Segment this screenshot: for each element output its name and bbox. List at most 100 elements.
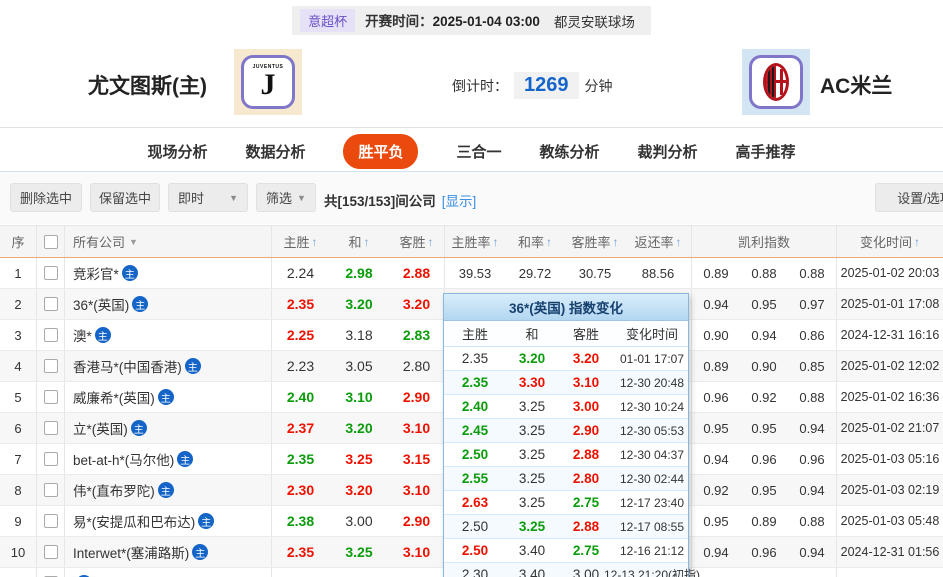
company-name: 易*(安提瓜和巴布达): [73, 511, 195, 531]
row-seq: 1: [0, 258, 37, 288]
host-badge-icon: 主: [192, 544, 208, 560]
match-info-strip: 意超杯 开赛时间：2025-01-04 03:00 都灵安联球场: [292, 6, 651, 35]
row-checkbox[interactable]: [44, 390, 58, 404]
odds-value: 2.83: [389, 320, 445, 350]
popup-odds-value: 2.63: [444, 491, 506, 514]
tab-高手推荐[interactable]: 高手推荐: [736, 141, 796, 162]
odds-value: [329, 568, 389, 577]
filter-dropdown[interactable]: 筛选 ▼: [256, 183, 316, 212]
row-checkbox[interactable]: [44, 421, 58, 435]
popup-odds-value: 3.20: [506, 347, 558, 370]
row-checkbox[interactable]: [44, 266, 58, 280]
delete-selected-button[interactable]: 删除选中: [10, 183, 82, 212]
col-company[interactable]: 所有公司 ▼: [65, 226, 272, 257]
tab-教练分析[interactable]: 教练分析: [540, 141, 600, 162]
row-checkbox[interactable]: [44, 545, 58, 559]
company-cell[interactable]: 竞彩官*主: [65, 258, 272, 288]
odds-value: 3.00: [329, 506, 389, 536]
company-cell[interactable]: 立*(英国)主: [65, 413, 272, 443]
company-cell[interactable]: Interwet*(塞浦路斯)主: [65, 537, 272, 567]
ac-milan-oval-icon: [763, 63, 789, 101]
odds-value: 2.90: [389, 506, 445, 536]
company-cell[interactable]: bet-at-h*(马尔他)主: [65, 444, 272, 474]
popup-odds-value: 2.45: [444, 419, 506, 442]
kelly-value: [740, 568, 788, 577]
row-checkbox[interactable]: [44, 452, 58, 466]
change-time: 2025-01-03 02:19: [837, 475, 943, 505]
popup-odds-value: 2.30: [444, 563, 506, 577]
away-team-name: AC米兰: [820, 70, 892, 100]
col-return-rate[interactable]: 返还率↑: [625, 226, 692, 257]
row-checkbox-cell: [37, 289, 65, 319]
row-seq: 6: [0, 413, 37, 443]
odds-value: 2.38: [272, 506, 329, 536]
row-checkbox[interactable]: [44, 328, 58, 342]
company-name: Interwet*(塞浦路斯): [73, 542, 189, 562]
company-cell[interactable]: 香港马*(中国香港)主: [65, 351, 272, 381]
col-home-rate[interactable]: 主胜率↑: [445, 226, 505, 257]
tab-胜平负[interactable]: 胜平负: [343, 134, 418, 169]
odds-value: 2.98: [329, 258, 389, 288]
host-badge-icon: 主: [198, 513, 214, 529]
odds-value: 2.90: [389, 382, 445, 412]
popup-odds-value: 2.50: [444, 539, 506, 562]
odds-value: 3.10: [389, 475, 445, 505]
show-link[interactable]: [显示]: [442, 194, 477, 209]
kelly-value: 0.96: [740, 444, 788, 474]
home-team-logo: JUVENTUS J: [234, 49, 302, 115]
settings-button[interactable]: 设置/选项: [875, 183, 943, 212]
company-name: 香港马*(中国香港): [73, 356, 182, 376]
tab-数据分析[interactable]: 数据分析: [245, 141, 305, 162]
company-cell[interactable]: 主: [65, 568, 272, 577]
popup-row: 2.503.402.7512-16 21:12: [444, 539, 688, 563]
row-checkbox-cell: [37, 568, 65, 577]
rate-value: 88.56: [625, 258, 692, 288]
row-checkbox[interactable]: [44, 514, 58, 528]
tab-现场分析[interactable]: 现场分析: [147, 141, 207, 162]
rate-value: 39.53: [445, 258, 505, 288]
odds-value: 2.88: [389, 258, 445, 288]
popup-row: 2.503.252.8812-30 04:37: [444, 443, 688, 467]
popup-col-变化时间: 变化时间: [614, 321, 690, 346]
analysis-tabs: 现场分析 数据分析 胜平负 三合一 教练分析 裁判分析 高手推荐: [0, 133, 943, 169]
col-draw-rate[interactable]: 和率↑: [505, 226, 565, 257]
col-away-rate[interactable]: 客胜率↑: [565, 226, 625, 257]
popup-odds-value: 3.25: [506, 443, 558, 466]
company-cell[interactable]: 易*(安提瓜和巴布达)主: [65, 506, 272, 536]
venue: 都灵安联球场: [554, 11, 635, 31]
odds-value: 2.35: [272, 289, 329, 319]
chevron-down-icon: ▼: [229, 193, 238, 203]
company-cell[interactable]: 伟*(直布罗陀)主: [65, 475, 272, 505]
odds-mode-dropdown[interactable]: 即时 ▼: [168, 183, 248, 212]
tab-裁判分析[interactable]: 裁判分析: [638, 141, 698, 162]
kelly-value: 0.89: [692, 258, 740, 288]
company-cell[interactable]: 威廉希*(英国)主: [65, 382, 272, 412]
change-time: 2025-01-01 17:08: [837, 289, 943, 319]
row-checkbox[interactable]: [44, 297, 58, 311]
filter-label: 筛选: [266, 188, 292, 207]
col-change-time[interactable]: 变化时间↑: [837, 226, 943, 257]
keep-selected-button[interactable]: 保留选中: [90, 183, 160, 212]
col-home-win[interactable]: 主胜↑: [272, 226, 329, 257]
popup-row: 2.633.252.7512-17 23:40: [444, 491, 688, 515]
host-badge-icon: 主: [185, 358, 201, 374]
company-cell[interactable]: 36*(英国)主: [65, 289, 272, 319]
popup-change-time: 12-30 10:24: [614, 395, 690, 418]
kelly-value: 0.90: [740, 351, 788, 381]
kelly-value: 0.95: [692, 413, 740, 443]
popup-odds-value: 3.20: [558, 347, 614, 370]
col-draw[interactable]: 和↑: [329, 226, 389, 257]
select-all-checkbox[interactable]: [44, 235, 58, 249]
table-header: 序 所有公司 ▼ 主胜↑ 和↑ 客胜↑ 主胜率↑ 和率↑ 客胜率↑ 返还率↑ 凯…: [0, 225, 943, 258]
countdown-value: 1269: [514, 72, 579, 99]
rate-value: 29.72: [505, 258, 565, 288]
row-checkbox[interactable]: [44, 483, 58, 497]
col-away-win[interactable]: 客胜↑: [389, 226, 445, 257]
row-seq: 5: [0, 382, 37, 412]
tab-三合一[interactable]: 三合一: [456, 141, 501, 162]
popup-col-主胜: 主胜: [444, 321, 506, 346]
row-checkbox[interactable]: [44, 359, 58, 373]
odds-value: 2.35: [272, 537, 329, 567]
company-cell[interactable]: 澳*主: [65, 320, 272, 350]
kelly-value: 0.96: [788, 444, 837, 474]
